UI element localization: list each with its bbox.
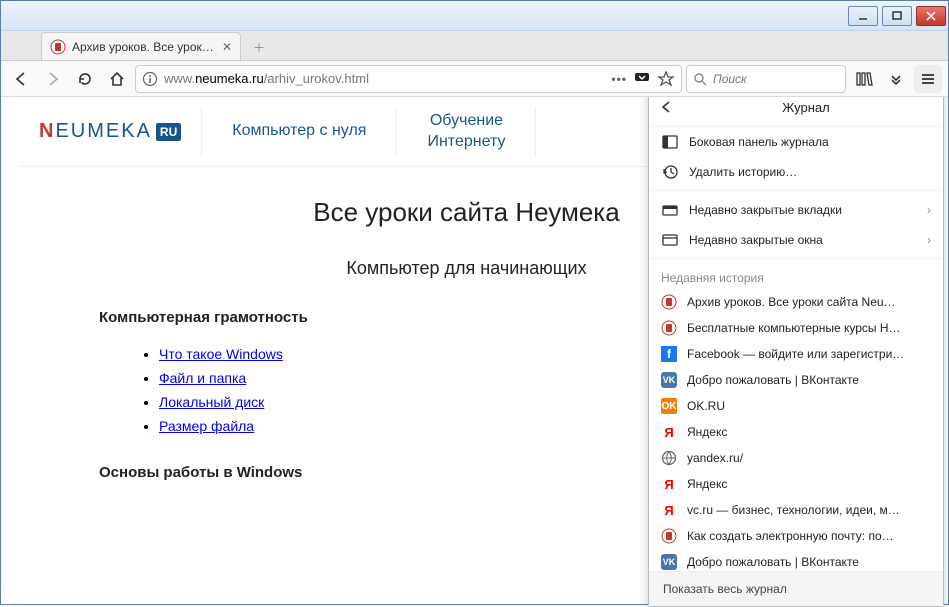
history-row-label: Недавно закрытые окна — [689, 233, 823, 247]
history-clear-item[interactable]: Удалить историю… — [649, 157, 943, 187]
recent-tabs-item[interactable]: Недавно закрытые вкладки › — [649, 195, 943, 225]
window-maximize-button[interactable] — [882, 6, 912, 26]
history-item-text: OK.RU — [687, 399, 725, 413]
overflow-button[interactable] — [882, 65, 910, 93]
history-item[interactable]: OK OK.RU — [649, 393, 943, 419]
history-item-text: yandex.ru/ — [687, 451, 743, 465]
history-item[interactable]: Яvc.ru — бизнес, технологии, идеи, м… — [649, 497, 943, 523]
history-show-all[interactable]: Показать весь журнал — [649, 571, 943, 606]
recent-windows-item[interactable]: Недавно закрытые окна › — [649, 225, 943, 255]
search-icon — [693, 72, 707, 86]
history-item[interactable]: Я Яндекс — [649, 419, 943, 445]
history-list[interactable]: Архив уроков. Все уроки сайта Neu… Беспла… — [649, 289, 943, 570]
home-button[interactable] — [103, 65, 131, 93]
browser-tab[interactable]: Архив уроков. Все уроки сайт ✕ — [41, 32, 241, 60]
nav-item-internet[interactable]: ОбучениеИнтернету — [397, 111, 535, 153]
history-item[interactable]: yandex.ru/ — [649, 445, 943, 471]
history-item[interactable]: Бесплатные компьютерные курсы Н… — [649, 315, 943, 341]
history-title: Журнал — [679, 100, 933, 115]
site-info-icon[interactable] — [142, 71, 158, 87]
page-actions-icon[interactable]: ••• — [611, 72, 627, 86]
history-item-text: Архив уроков. Все уроки сайта Neu… — [687, 295, 896, 309]
history-favicon: VK — [661, 554, 677, 570]
history-favicon: VK — [661, 372, 677, 388]
bookmark-star-icon[interactable] — [657, 70, 675, 88]
tab-favicon — [50, 39, 66, 55]
sidebar-icon — [661, 134, 679, 150]
history-favicon — [661, 528, 677, 544]
history-favicon — [661, 450, 677, 466]
browser-window: Архив уроков. Все уроки сайт ✕ ＋ www.neu… — [0, 0, 949, 605]
logo-word: EUMEKA — [55, 120, 151, 142]
content-link[interactable]: Размер файла — [159, 418, 254, 434]
history-item[interactable]: VK Добро пожаловать | ВКонтакте — [649, 367, 943, 393]
search-box[interactable] — [686, 65, 846, 93]
history-back-icon[interactable] — [659, 100, 679, 114]
history-row-label: Боковая панель журнала — [689, 135, 829, 149]
address-bar[interactable]: www.neumeka.ru/arhiv_urokov.html ••• — [135, 65, 682, 93]
history-favicon: Я — [661, 502, 677, 518]
history-item-text: Бесплатные компьютерные курсы Н… — [687, 321, 901, 335]
chevron-right-icon: › — [927, 233, 931, 247]
history-item-text: Яндекс — [687, 477, 727, 491]
history-item-text: Добро пожаловать | ВКонтакте — [687, 555, 859, 569]
history-favicon: Я — [661, 424, 677, 440]
history-favicon — [661, 294, 677, 310]
url-text: www.neumeka.ru/arhiv_urokov.html — [164, 71, 605, 86]
history-item[interactable]: Архив уроков. Все уроки сайта Neu… — [649, 289, 943, 315]
logo-badge: RU — [156, 123, 181, 141]
history-favicon: f — [661, 346, 677, 362]
history-item-text: Facebook — войдите или зарегистри… — [687, 347, 904, 361]
window-titlebar — [1, 1, 948, 31]
history-item[interactable]: VK Добро пожаловать | ВКонтакте — [649, 549, 943, 570]
history-sidebar-item[interactable]: Боковая панель журнала — [649, 127, 943, 157]
history-favicon: OK — [661, 398, 677, 414]
chevron-right-icon: › — [927, 203, 931, 217]
history-section-label: Недавняя история — [649, 263, 943, 289]
library-button[interactable] — [850, 65, 878, 93]
new-tab-button[interactable]: ＋ — [245, 34, 273, 60]
window-close-button[interactable] — [916, 6, 946, 26]
history-item[interactable]: Как создать электронную почту: по… — [649, 523, 943, 549]
browser-toolbar: www.neumeka.ru/arhiv_urokov.html ••• — [1, 61, 948, 97]
history-item-text: Яндекс — [687, 425, 727, 439]
pocket-icon[interactable] — [633, 70, 651, 88]
tab-icon — [661, 202, 679, 218]
tab-bar: Архив уроков. Все уроки сайт ✕ ＋ — [1, 31, 948, 61]
site-logo[interactable]: NEUMEKA RU — [19, 120, 201, 143]
history-item-text: Добро пожаловать | ВКонтакте — [687, 373, 859, 387]
logo-letter: N — [39, 120, 55, 142]
content-link[interactable]: Файл и папка — [159, 370, 246, 386]
content-area: NEUMEKA RU Компьютер с нуля ОбучениеИнте… — [1, 97, 948, 604]
history-row-label: Удалить историю… — [689, 165, 797, 179]
tab-close-icon[interactable]: ✕ — [222, 40, 232, 54]
content-link[interactable]: Что такое Windows — [159, 346, 283, 362]
history-row-label: Недавно закрытые вкладки — [689, 203, 842, 217]
nav-item-from-scratch[interactable]: Компьютер с нуля — [202, 121, 396, 142]
search-input[interactable] — [713, 72, 870, 86]
tab-title: Архив уроков. Все уроки сайт — [72, 40, 216, 54]
window-minimize-button[interactable] — [848, 6, 878, 26]
window-icon — [661, 232, 679, 248]
history-panel: Журнал Боковая панель журнала Удалить ис… — [648, 87, 944, 607]
history-item[interactable]: Я Яндекс — [649, 471, 943, 497]
menu-button[interactable] — [914, 65, 942, 93]
content-link[interactable]: Локальный диск — [159, 394, 264, 410]
back-button[interactable] — [7, 65, 35, 93]
clock-back-icon — [661, 164, 679, 180]
reload-button[interactable] — [71, 65, 99, 93]
forward-button[interactable] — [39, 65, 67, 93]
history-item[interactable]: f Facebook — войдите или зарегистри… — [649, 341, 943, 367]
history-item-text: vc.ru — бизнес, технологии, идеи, м… — [687, 503, 900, 517]
history-favicon — [661, 320, 677, 336]
history-item-text: Как создать электронную почту: по… — [687, 529, 894, 543]
history-favicon: Я — [661, 476, 677, 492]
